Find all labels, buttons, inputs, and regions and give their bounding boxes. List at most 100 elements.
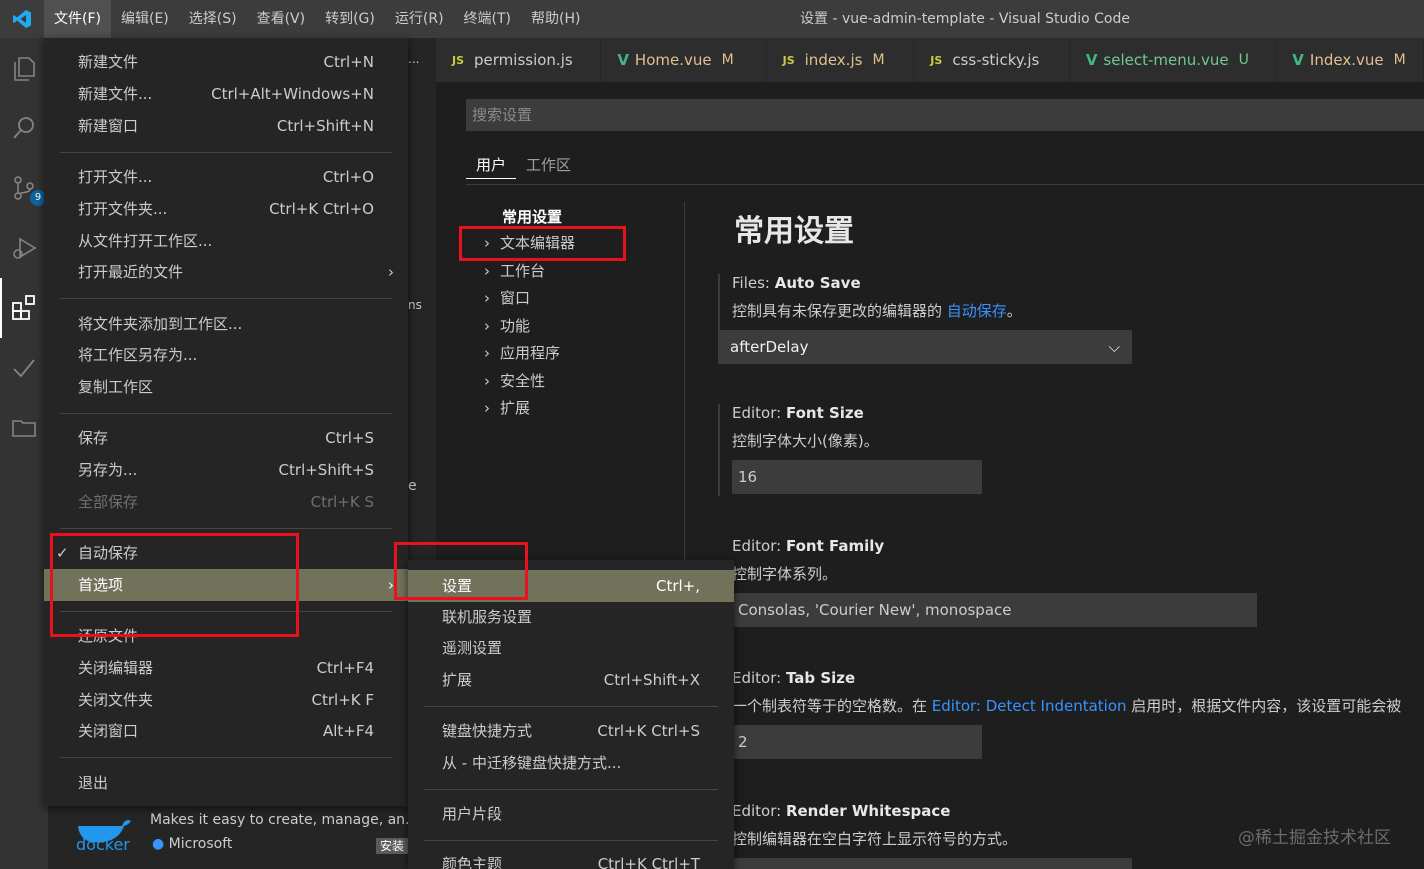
- vue-file-icon: V: [1292, 51, 1304, 69]
- setting-description: 一个制表符等于的空格数。在 Editor: Detect Indentation…: [732, 697, 1402, 715]
- menu-item-open-file[interactable]: 打开文件... Ctrl+O: [44, 161, 408, 193]
- menu-item-revert-file[interactable]: 还原文件: [44, 620, 408, 652]
- docker-logo-text: docker: [76, 835, 130, 854]
- tab-size-input[interactable]: 2: [732, 725, 982, 759]
- menu-item-exit[interactable]: 退出: [44, 767, 408, 799]
- menu-help[interactable]: 帮助(H): [521, 0, 590, 38]
- tab-permission-js[interactable]: JS permission.js: [436, 38, 602, 82]
- menu-separator: [60, 528, 392, 529]
- install-button[interactable]: 安装: [376, 838, 409, 854]
- menu-item-open-folder[interactable]: 打开文件夹... Ctrl+K Ctrl+O: [44, 193, 408, 225]
- tab-index-vue[interactable]: V Index.vue M: [1276, 38, 1424, 82]
- menu-item-new-window[interactable]: 新建窗口 Ctrl+Shift+N: [44, 110, 408, 142]
- js-file-icon: JS: [782, 53, 795, 67]
- chevron-right-icon: ›: [484, 344, 490, 362]
- extension-publisher: ● Microsoft: [152, 836, 233, 852]
- font-size-input[interactable]: 16: [732, 460, 982, 494]
- tab-home-vue[interactable]: V Home.vue M: [601, 38, 767, 82]
- menu-separator: [60, 757, 392, 758]
- chevron-right-icon: ›: [484, 262, 490, 280]
- modified-indicator: M: [1393, 52, 1406, 68]
- vue-file-icon: V: [617, 51, 629, 69]
- menu-separator: [60, 413, 392, 414]
- menu-selection[interactable]: 选择(S): [179, 0, 247, 38]
- menu-item-open-recent[interactable]: 打开最近的文件 ›: [44, 256, 408, 288]
- setting-editor-tab-size: Editor: Tab Size 一个制表符等于的空格数。在 Editor: D…: [718, 669, 1424, 761]
- toc-item-workbench[interactable]: › 工作台: [484, 260, 545, 281]
- menu-item-open-workspace[interactable]: 从文件打开工作区...: [44, 225, 408, 257]
- tab-index-js[interactable]: JS index.js M: [766, 38, 915, 82]
- tab-css-sticky-js[interactable]: JS css-sticky.js: [914, 38, 1070, 82]
- menu-item-color-theme[interactable]: 颜色主题 Ctrl+K Ctrl+T: [408, 848, 734, 869]
- source-control-icon[interactable]: 9: [0, 158, 48, 218]
- menu-item-keyboard-shortcuts[interactable]: 键盘快捷方式 Ctrl+K Ctrl+S: [408, 715, 734, 747]
- auto-save-dropdown[interactable]: afterDelay ⌵: [718, 330, 1132, 364]
- toc-item-features[interactable]: › 功能: [484, 315, 530, 336]
- modified-indicator: M: [721, 52, 734, 68]
- menu-item-add-folder-to-workspace[interactable]: 将文件夹添加到工作区...: [44, 308, 408, 340]
- menu-separator: [60, 611, 392, 612]
- toc-item-text-editor[interactable]: › 文本编辑器: [484, 232, 575, 253]
- extensions-icon[interactable]: [0, 278, 48, 338]
- verified-icon: ●: [152, 836, 165, 852]
- menu-separator: [424, 840, 718, 841]
- setting-description: 控制编辑器在空白字符上显示符号的方式。: [732, 830, 1018, 848]
- menu-run[interactable]: 运行(R): [385, 0, 454, 38]
- tab-label: css-sticky.js: [952, 51, 1040, 69]
- menu-item-auto-save[interactable]: ✓ 自动保存: [44, 537, 408, 569]
- menu-item-user-snippets[interactable]: 用户片段: [408, 798, 734, 830]
- toc-item-security[interactable]: › 安全性: [484, 370, 545, 391]
- menu-item-settings[interactable]: 设置 Ctrl+,: [408, 570, 734, 602]
- menu-item-save-as[interactable]: 另存为... Ctrl+Shift+S: [44, 454, 408, 486]
- menu-item-online-services[interactable]: 联机服务设置: [408, 601, 734, 633]
- untracked-indicator: U: [1238, 52, 1249, 68]
- menu-item-save-all: 全部保存 Ctrl+K S: [78, 493, 374, 511]
- chevron-right-icon: ›: [484, 234, 490, 252]
- toc-header[interactable]: 常用设置: [502, 206, 562, 227]
- vscode-logo-icon: [0, 0, 44, 38]
- setting-link[interactable]: 自动保存: [947, 302, 1007, 320]
- file-menu: 新建文件 Ctrl+N 新建文件... Ctrl+Alt+Windows+N 新建窗…: [44, 38, 408, 806]
- sidebar-fragment: e: [408, 478, 417, 494]
- menu-file[interactable]: 文件(F): [44, 0, 111, 38]
- extension-docker[interactable]: docker Makes it easy to create, manage, …: [60, 800, 436, 869]
- menu-item-close-editor[interactable]: 关闭编辑器 Ctrl+F4: [44, 652, 408, 684]
- menu-item-duplicate-workspace[interactable]: 复制工作区: [44, 371, 408, 403]
- menu-edit[interactable]: 编辑(E): [111, 0, 179, 38]
- setting-link[interactable]: Editor: Detect Indentation: [932, 697, 1127, 715]
- search-icon[interactable]: [0, 98, 48, 158]
- toc-item-window[interactable]: › 窗口: [484, 287, 530, 308]
- checkmark-icon[interactable]: [0, 338, 48, 398]
- menu-view[interactable]: 查看(V): [247, 0, 316, 38]
- toc-item-extensions[interactable]: › 扩展: [484, 397, 530, 418]
- tab-user[interactable]: 用户: [466, 152, 517, 179]
- sidebar-fragment: ...: [408, 52, 420, 66]
- menu-item-new-file-dialog[interactable]: 新建文件... Ctrl+Alt+Windows+N: [44, 78, 408, 110]
- menu-terminal[interactable]: 终端(T): [454, 0, 521, 38]
- font-family-input[interactable]: Consolas, 'Courier New', monospace: [732, 593, 1257, 627]
- vue-file-icon: V: [1085, 51, 1098, 69]
- menu-item-close-window[interactable]: 关闭窗口 Alt+F4: [44, 715, 408, 747]
- tab-select-menu-vue[interactable]: V select-menu.vue U: [1069, 38, 1277, 82]
- menu-item-save-workspace-as[interactable]: 将工作区另存为...: [44, 339, 408, 371]
- explorer-icon[interactable]: [0, 38, 48, 98]
- menu-separator: [60, 152, 392, 153]
- window-title: 设置 - vue-admin-template - Visual Studio …: [800, 11, 1130, 27]
- menu-item-migrate-shortcuts[interactable]: 从 - 中迁移键盘快捷方式...: [408, 747, 734, 779]
- menu-separator: [424, 706, 718, 707]
- menu-item-new-file[interactable]: 新建文件 Ctrl+N: [44, 46, 408, 78]
- menu-item-close-folder[interactable]: 关闭文件夹 Ctrl+K F: [44, 684, 408, 716]
- setting-files-auto-save: Files: Auto Save 控制具有未保存更改的编辑器的 自动保存。 af…: [718, 274, 1424, 364]
- menu-item-telemetry[interactable]: 遥测设置: [408, 632, 734, 664]
- menu-item-save[interactable]: 保存 Ctrl+S: [44, 422, 408, 454]
- folder-icon[interactable]: [0, 398, 48, 458]
- render-whitespace-dropdown[interactable]: [732, 858, 1132, 869]
- toc-item-application[interactable]: › 应用程序: [484, 342, 560, 363]
- tab-workspace[interactable]: 工作区: [516, 152, 581, 179]
- menu-item-preferences[interactable]: 首选项 ›: [44, 569, 408, 601]
- tab-label: Home.vue: [634, 51, 712, 69]
- menu-item-extensions[interactable]: 扩展 Ctrl+Shift+X: [408, 664, 734, 696]
- menu-go[interactable]: 转到(G): [315, 0, 385, 38]
- run-debug-icon[interactable]: [0, 218, 48, 278]
- tab-label: permission.js: [474, 51, 573, 69]
